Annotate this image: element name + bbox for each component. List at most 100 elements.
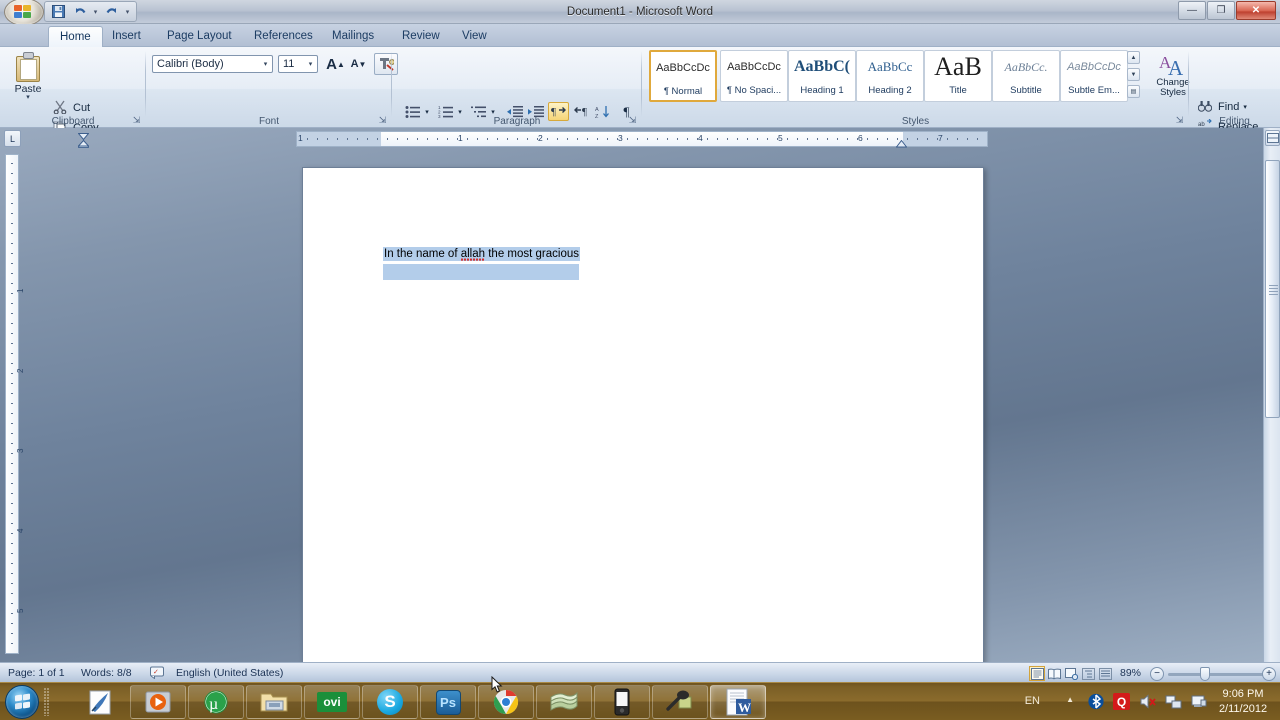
zoom-level[interactable]: 89% bbox=[1120, 666, 1141, 680]
style-title[interactable]: AaB Title bbox=[924, 50, 992, 102]
document-paragraph[interactable]: In the name of allah the most gracious bbox=[383, 247, 580, 264]
vruler-minor-tick bbox=[11, 533, 13, 534]
zoom-slider-track[interactable] bbox=[1168, 673, 1265, 676]
zoom-slider-thumb[interactable] bbox=[1200, 667, 1210, 681]
paste-button[interactable]: Paste ▾ bbox=[8, 50, 48, 112]
taskbar-utorrent[interactable]: µ bbox=[188, 685, 244, 719]
hanging-indent-marker[interactable] bbox=[77, 139, 90, 149]
font-size-input[interactable]: 11 ▾ bbox=[278, 55, 318, 73]
find-label: Find bbox=[1218, 100, 1240, 113]
font-name-input[interactable]: Calibri (Body) ▾ bbox=[152, 55, 273, 73]
minimize-button[interactable]: — bbox=[1178, 1, 1206, 20]
tab-page-layout[interactable]: Page Layout bbox=[156, 26, 243, 47]
taskbar-photoshop[interactable]: Ps bbox=[420, 685, 476, 719]
taskbar-mobile-phone-app[interactable] bbox=[594, 685, 650, 719]
style-subtle-emphasis[interactable]: AaBbCcDc Subtle Em... bbox=[1060, 50, 1128, 102]
right-indent-marker[interactable] bbox=[895, 139, 908, 148]
styles-dialog-launcher[interactable]: ⇲ bbox=[1174, 115, 1185, 126]
ruler-minor-tick bbox=[307, 138, 308, 140]
vruler-minor-tick bbox=[11, 383, 13, 384]
restore-button[interactable]: ❐ bbox=[1207, 1, 1235, 20]
action-center-icon[interactable] bbox=[1191, 693, 1208, 713]
first-line-indent-marker[interactable] bbox=[77, 131, 90, 141]
view-web-layout[interactable] bbox=[1063, 666, 1079, 681]
tab-review[interactable]: Review bbox=[391, 26, 451, 47]
font-name-value: Calibri (Body) bbox=[157, 58, 224, 70]
word-count[interactable]: Words: 8/8 bbox=[81, 666, 132, 680]
vruler-minor-tick bbox=[11, 323, 13, 324]
view-draft[interactable] bbox=[1097, 666, 1113, 681]
ruler-minor-tick bbox=[557, 138, 558, 140]
vruler-minor-tick bbox=[11, 343, 13, 344]
font-name-dropdown-arrow[interactable]: ▾ bbox=[259, 56, 272, 72]
horizontal-ruler[interactable]: L 1 1 2 3 4 5 6 7 bbox=[0, 128, 1280, 150]
find-button[interactable]: Find ▾ bbox=[1195, 97, 1250, 116]
close-button[interactable]: ✕ bbox=[1236, 1, 1276, 20]
style-normal[interactable]: AaBbCcDc ¶ Normal bbox=[649, 50, 717, 102]
tab-view[interactable]: View bbox=[451, 26, 498, 47]
tab-mailings[interactable]: Mailings bbox=[321, 26, 385, 47]
ovi-label: ovi bbox=[317, 692, 347, 712]
tab-stop-selector[interactable]: L bbox=[4, 130, 21, 147]
taskbar-microsoft-word[interactable]: W bbox=[710, 685, 766, 719]
styles-scroll-up-button[interactable]: ▲ bbox=[1127, 51, 1140, 64]
tab-home[interactable]: Home bbox=[48, 26, 103, 47]
view-print-layout[interactable] bbox=[1029, 666, 1045, 681]
view-full-screen-reading[interactable] bbox=[1046, 666, 1062, 681]
taskbar-file-explorer[interactable] bbox=[246, 685, 302, 719]
ruler-minor-tick bbox=[447, 138, 448, 140]
page-indicator[interactable]: Page: 1 of 1 bbox=[8, 666, 65, 680]
ruler-minor-tick bbox=[687, 138, 688, 140]
style-heading-2[interactable]: AaBbCc Heading 2 bbox=[856, 50, 924, 102]
zoom-out-button[interactable]: − bbox=[1150, 667, 1164, 681]
grow-font-button[interactable]: A ▲ bbox=[325, 54, 346, 74]
split-window-button[interactable] bbox=[1265, 130, 1280, 146]
taskbar-notepad-feather[interactable] bbox=[72, 685, 128, 719]
show-hidden-icons-chevron[interactable]: ▲ bbox=[1066, 695, 1074, 704]
taskbar-hammer-tool-app[interactable] bbox=[652, 685, 708, 719]
taskbar-money-stack-app[interactable] bbox=[536, 685, 592, 719]
style-heading-1[interactable]: AaBbC( Heading 1 bbox=[788, 50, 856, 102]
vertical-scrollbar[interactable]: ▲ ● ▼ bbox=[1263, 128, 1280, 662]
styles-scroll-down-button[interactable]: ▼ bbox=[1127, 68, 1140, 81]
clock[interactable]: 9:06 PM 2/11/2012 bbox=[1212, 687, 1274, 717]
font-size-dropdown-arrow[interactable]: ▾ bbox=[304, 56, 317, 72]
taskbar-ovi-suite[interactable]: ovi bbox=[304, 685, 360, 719]
tab-insert[interactable]: Insert bbox=[101, 26, 152, 47]
scrollbar-thumb[interactable] bbox=[1265, 160, 1280, 418]
find-dropdown-arrow[interactable]: ▾ bbox=[1243, 103, 1247, 111]
document-workspace: L 11234567 12345 In the name of allah th… bbox=[0, 128, 1280, 664]
ruler-right-margin bbox=[903, 132, 987, 146]
svg-text:✓: ✓ bbox=[153, 668, 159, 676]
ruler-minor-tick bbox=[847, 138, 848, 140]
quick-access-q-icon[interactable]: Q bbox=[1113, 693, 1130, 710]
text-after-misspelling: the most gracious bbox=[485, 248, 579, 260]
document-page[interactable]: In the name of allah the most gracious bbox=[302, 167, 984, 664]
cut-button[interactable]: Cut bbox=[50, 98, 93, 117]
zoom-in-button[interactable]: + bbox=[1262, 667, 1276, 681]
style-subtitle[interactable]: AaBbCc. Subtitle bbox=[992, 50, 1060, 102]
clipboard-dialog-launcher[interactable]: ⇲ bbox=[131, 115, 142, 126]
vruler-minor-tick bbox=[11, 553, 13, 554]
style-no-spacing[interactable]: AaBbCcDc ¶ No Spaci... bbox=[720, 50, 788, 102]
taskbar-media-player[interactable] bbox=[130, 685, 186, 719]
shrink-font-button[interactable]: A ▼ bbox=[348, 54, 369, 74]
network-icon[interactable] bbox=[1165, 693, 1182, 713]
start-button[interactable] bbox=[5, 685, 39, 719]
paragraph-dialog-launcher[interactable]: ⇲ bbox=[627, 115, 638, 126]
bluetooth-icon[interactable] bbox=[1088, 693, 1104, 713]
tab-references[interactable]: References bbox=[243, 26, 324, 47]
language-indicator[interactable]: English (United States) bbox=[176, 666, 283, 680]
volume-muted-icon[interactable] bbox=[1139, 693, 1156, 713]
utorrent-icon: µ bbox=[204, 690, 228, 714]
paste-dropdown-arrow[interactable]: ▾ bbox=[26, 94, 30, 101]
font-dialog-launcher[interactable]: ⇲ bbox=[377, 115, 388, 126]
view-outline[interactable] bbox=[1080, 666, 1096, 681]
taskbar-google-chrome[interactable] bbox=[478, 685, 534, 719]
proofing-errors-icon[interactable]: ✓ bbox=[150, 666, 166, 680]
ruler-minor-tick bbox=[767, 138, 768, 140]
horizontal-ruler-strip[interactable]: 1 1 2 3 4 5 6 7 bbox=[296, 131, 988, 147]
taskbar-skype[interactable]: S bbox=[362, 685, 418, 719]
styles-more-button[interactable]: ▤ bbox=[1127, 85, 1140, 98]
tray-language[interactable]: EN bbox=[1025, 695, 1040, 707]
